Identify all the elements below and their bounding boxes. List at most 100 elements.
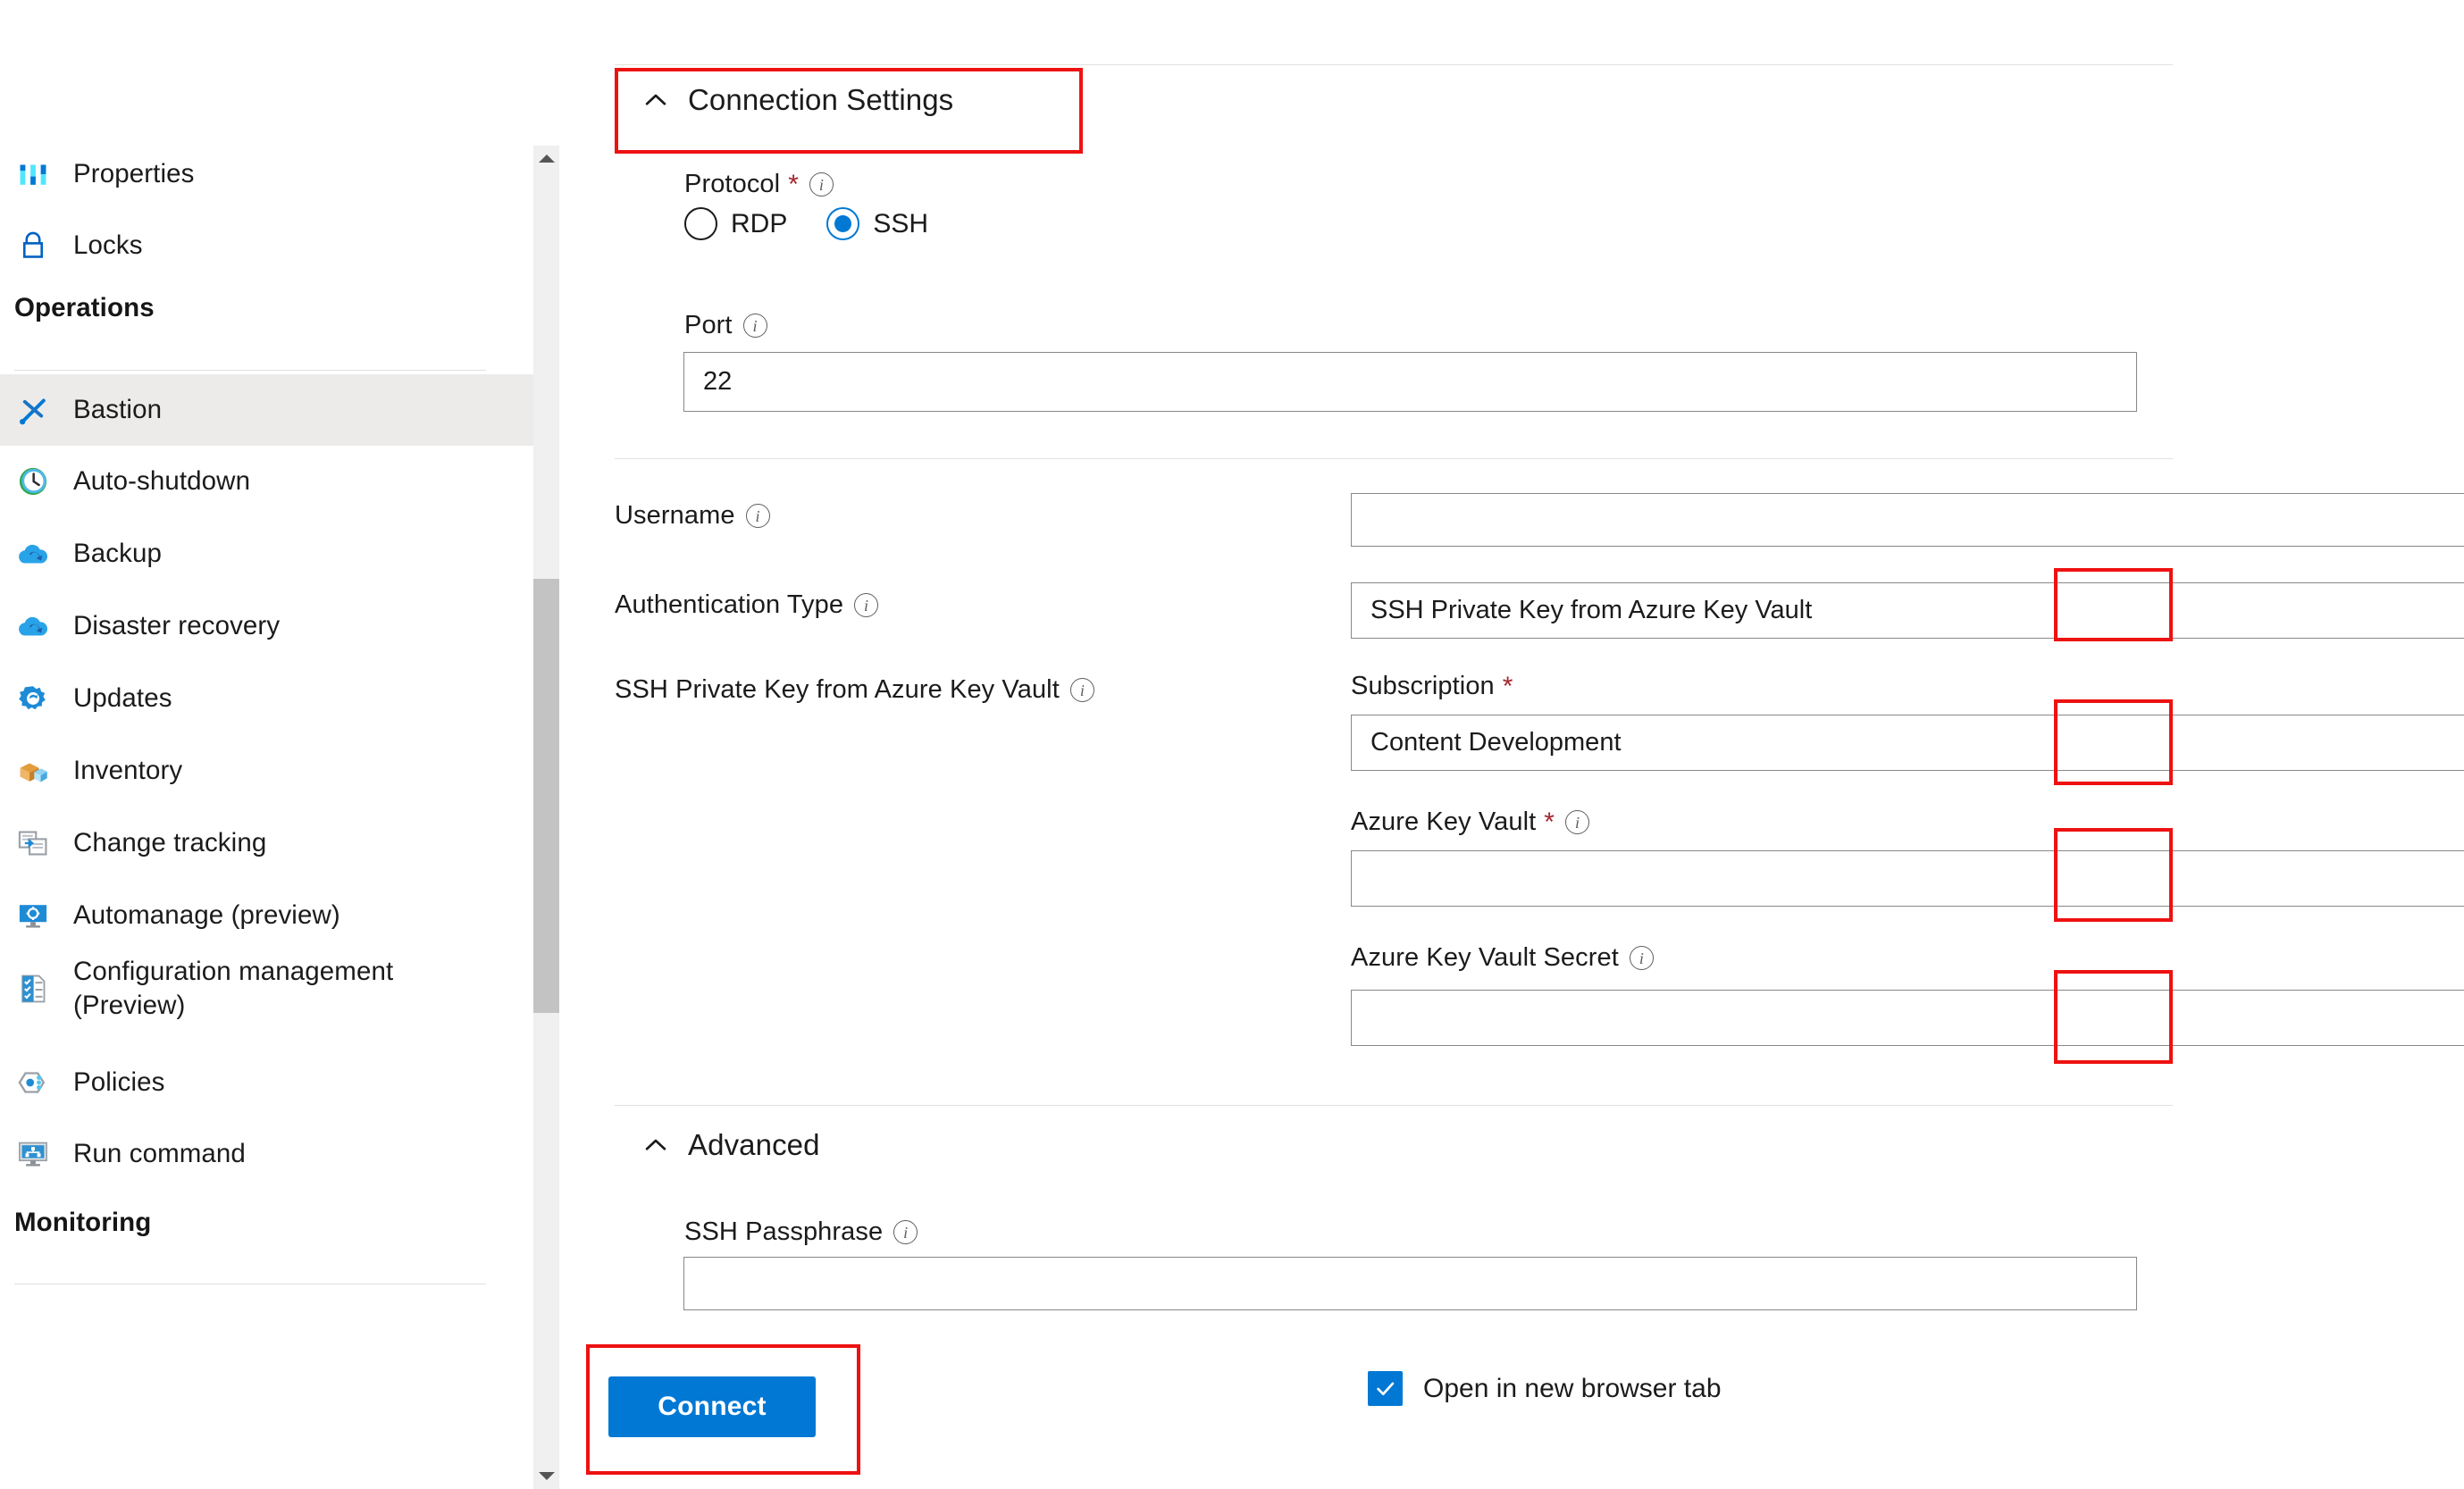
port-label-text: Port bbox=[684, 311, 733, 339]
subscription-label-text: Subscription bbox=[1351, 672, 1495, 700]
section-title: Connection Settings bbox=[688, 83, 954, 116]
sidebar-item-bastion[interactable]: Bastion bbox=[0, 374, 533, 446]
azure-key-vault-label: Azure Key Vault * i bbox=[1351, 807, 1590, 837]
lock-icon bbox=[13, 225, 54, 266]
authentication-type-value: SSH Private Key from Azure Key Vault bbox=[1370, 596, 1813, 624]
chevron-up-icon bbox=[638, 1127, 674, 1163]
sidebar-item-label: Automanage (preview) bbox=[73, 900, 340, 931]
info-icon[interactable]: i bbox=[742, 314, 767, 338]
info-icon[interactable]: i bbox=[809, 172, 834, 197]
azure-key-vault-secret-label: Azure Key Vault Secret i bbox=[1351, 943, 1654, 973]
backup-cloud-icon bbox=[13, 533, 54, 574]
azure-key-vault-dropdown[interactable] bbox=[1351, 850, 2464, 907]
sidebar-group-monitoring: Monitoring bbox=[14, 1208, 152, 1237]
sidebar-item-label: Inventory bbox=[73, 756, 183, 786]
sidebar-group-operations: Operations bbox=[14, 293, 155, 322]
info-icon[interactable]: i bbox=[1629, 946, 1654, 970]
info-icon[interactable]: i bbox=[893, 1220, 918, 1244]
checkbox-label: Open in new browser tab bbox=[1423, 1373, 1722, 1403]
username-label-text: Username bbox=[615, 501, 735, 530]
connect-button[interactable]: Connect bbox=[608, 1376, 816, 1437]
section-divider bbox=[615, 458, 2173, 459]
ssh-passphrase-label: SSH Passphrase i bbox=[684, 1217, 918, 1247]
protocol-label: Protocol * i bbox=[684, 170, 834, 199]
sidebar-item-label: Change tracking bbox=[73, 828, 267, 858]
bastion-connection-form: Connection Settings Protocol * i RDP SSH… bbox=[559, 0, 2464, 1489]
required-asterisk: * bbox=[1544, 807, 1555, 837]
azure-key-vault-secret-dropdown[interactable] bbox=[1351, 990, 2464, 1046]
scroll-down-arrow-icon[interactable] bbox=[533, 1463, 559, 1489]
automanage-monitor-icon bbox=[13, 895, 54, 936]
policies-icon bbox=[13, 1062, 54, 1103]
updates-gear-icon bbox=[13, 678, 54, 719]
chevron-up-icon bbox=[638, 82, 674, 118]
authentication-type-dropdown[interactable]: SSH Private Key from Azure Key Vault bbox=[1351, 582, 2464, 639]
properties-icon bbox=[13, 154, 54, 195]
subscription-value: Content Development bbox=[1370, 728, 1622, 757]
sidebar-item-label: Bastion bbox=[73, 395, 163, 425]
clock-icon bbox=[13, 461, 54, 502]
sidebar-item-run-command[interactable]: Run command bbox=[0, 1118, 533, 1190]
azure-key-vault-label-text: Azure Key Vault bbox=[1351, 807, 1537, 836]
scroll-up-arrow-icon[interactable] bbox=[533, 146, 559, 171]
sidebar-scrollbar-thumb[interactable] bbox=[533, 579, 559, 1013]
authentication-type-label-text: Authentication Type bbox=[615, 590, 844, 619]
sidebar-item-properties[interactable]: Properties bbox=[0, 138, 533, 210]
protocol-label-text: Protocol bbox=[684, 170, 781, 198]
disaster-recovery-cloud-icon bbox=[13, 606, 54, 647]
radio-circle-icon bbox=[684, 207, 717, 240]
sidebar-divider bbox=[14, 370, 486, 371]
radio-label: RDP bbox=[731, 208, 788, 238]
open-in-new-browser-tab-checkbox[interactable]: Open in new browser tab bbox=[1368, 1371, 1722, 1406]
info-icon[interactable]: i bbox=[854, 593, 879, 617]
advanced-section-header[interactable]: Advanced bbox=[638, 1127, 820, 1163]
connection-settings-section-header[interactable]: Connection Settings bbox=[638, 82, 953, 118]
sidebar-item-label: Run command bbox=[73, 1139, 246, 1169]
required-asterisk: * bbox=[788, 169, 799, 199]
sidebar-item-policies[interactable]: Policies bbox=[0, 1047, 533, 1118]
port-value: 22 bbox=[703, 367, 733, 396]
top-divider bbox=[615, 64, 2173, 65]
username-label: Username i bbox=[615, 501, 770, 531]
ssh-private-key-group-label-text: SSH Private Key from Azure Key Vault bbox=[615, 675, 1060, 704]
sidebar-item-label: Policies bbox=[73, 1067, 165, 1098]
sidebar-item-inventory[interactable]: Inventory bbox=[0, 735, 533, 807]
inventory-box-icon bbox=[13, 750, 54, 791]
protocol-radio-group: RDP SSH bbox=[684, 207, 928, 240]
info-icon[interactable]: i bbox=[745, 504, 770, 528]
sidebar-item-backup[interactable]: Backup bbox=[0, 518, 533, 590]
sidebar-item-label: Auto-shutdown bbox=[73, 466, 251, 497]
sidebar-item-label: Disaster recovery bbox=[73, 611, 281, 641]
radio-circle-selected-icon bbox=[826, 207, 860, 240]
radio-rdp[interactable]: RDP bbox=[684, 207, 787, 240]
advanced-divider bbox=[615, 1105, 2173, 1106]
sidebar-item-label: Properties bbox=[73, 159, 195, 189]
port-label: Port i bbox=[684, 311, 767, 340]
username-input[interactable] bbox=[1351, 493, 2464, 547]
sidebar-item-updates[interactable]: Updates bbox=[0, 663, 533, 734]
ssh-private-key-group-label: SSH Private Key from Azure Key Vault i bbox=[615, 675, 1094, 705]
radio-label: SSH bbox=[873, 208, 929, 238]
sidebar-item-label: Updates bbox=[73, 683, 172, 714]
info-icon[interactable]: i bbox=[1565, 810, 1590, 834]
run-command-icon bbox=[13, 1133, 54, 1175]
ssh-passphrase-label-text: SSH Passphrase bbox=[684, 1217, 884, 1246]
sidebar-item-disaster-recovery[interactable]: Disaster recovery bbox=[0, 590, 533, 662]
sidebar-item-locks[interactable]: Locks bbox=[0, 210, 533, 281]
sidebar-item-label: Backup bbox=[73, 539, 162, 569]
port-input[interactable]: 22 bbox=[683, 352, 2137, 412]
sidebar-item-change-tracking[interactable]: Change tracking bbox=[0, 807, 533, 879]
azure-key-vault-secret-label-text: Azure Key Vault Secret bbox=[1351, 943, 1619, 972]
sidebar-item-auto-shutdown[interactable]: Auto-shutdown bbox=[0, 446, 533, 517]
change-tracking-icon bbox=[13, 823, 54, 864]
subscription-dropdown[interactable]: Content Development bbox=[1351, 715, 2464, 771]
ssh-passphrase-input[interactable] bbox=[683, 1257, 2137, 1310]
info-icon[interactable]: i bbox=[1069, 678, 1094, 702]
sidebar-item-configuration-management[interactable]: Configuration management (Preview) bbox=[0, 936, 533, 1041]
radio-ssh[interactable]: SSH bbox=[826, 207, 928, 240]
sidebar-item-label: Locks bbox=[73, 230, 143, 261]
bastion-icon bbox=[13, 389, 54, 431]
section-title: Advanced bbox=[688, 1128, 820, 1161]
required-asterisk: * bbox=[1502, 671, 1513, 701]
azure-bastion-connection-page: Properties Locks Operations Bastion Auto… bbox=[0, 0, 2464, 1489]
